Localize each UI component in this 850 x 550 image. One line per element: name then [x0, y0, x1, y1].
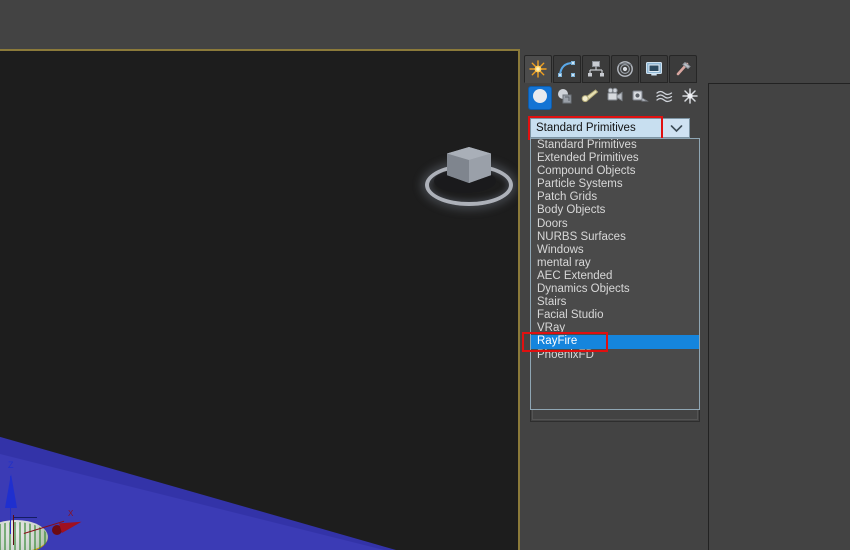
tab-modify[interactable] [553, 55, 581, 83]
tape-helper-icon [631, 87, 649, 110]
tab-utilities[interactable] [669, 55, 697, 83]
dropdown-item[interactable]: Particle Systems [531, 178, 699, 191]
dropdown-item[interactable]: Doors [531, 218, 699, 231]
object-category-combo-value: Standard Primitives [536, 122, 636, 134]
dropdown-item[interactable]: Compound Objects [531, 165, 699, 178]
dropdown-item[interactable]: Dynamics Objects [531, 283, 699, 296]
tab-motion[interactable] [611, 55, 639, 83]
category-cameras[interactable] [603, 86, 627, 110]
dropdown-item[interactable]: VRay [531, 322, 699, 335]
rollout-panel-empty [708, 83, 850, 550]
camera-icon [606, 87, 624, 110]
shapes-icon [556, 87, 574, 110]
category-shapes[interactable] [553, 86, 577, 110]
dropdown-item[interactable]: Body Objects [531, 204, 699, 217]
tab-hierarchy[interactable] [582, 55, 610, 83]
curve-arc-icon [558, 60, 576, 78]
category-space-warps[interactable] [653, 86, 677, 110]
object-category-dropdown[interactable]: Standard Primitives Extended Primitives Co… [530, 138, 700, 410]
command-panel: Standard Primitives Standard Primitives E… [520, 50, 850, 550]
dropdown-item[interactable]: RayFire [531, 335, 699, 349]
object-category-combo[interactable]: Standard Primitives [530, 118, 690, 138]
dropdown-item[interactable]: NURBS Surfaces [531, 231, 699, 244]
axis-z-gizmo[interactable]: Z [4, 460, 18, 534]
category-lights[interactable] [578, 86, 602, 110]
axis-x-gizmo[interactable]: X [23, 506, 84, 542]
dropdown-item[interactable]: PhoenixFD [531, 349, 699, 362]
tab-display[interactable] [640, 55, 668, 83]
wave-icon [656, 87, 674, 110]
viewport-canvas[interactable]: Z X [0, 51, 518, 550]
command-panel-tabs [524, 55, 699, 83]
motion-wheel-icon [616, 60, 634, 78]
dropdown-item[interactable]: Extended Primitives [531, 152, 699, 165]
display-icon [645, 60, 663, 78]
tab-create[interactable] [524, 55, 552, 83]
category-helpers[interactable] [628, 86, 652, 110]
app-root: Z X Standard Primitives Standard Primiti… [0, 0, 850, 550]
dropdown-item[interactable]: Stairs [531, 296, 699, 309]
dropdown-item[interactable]: Windows [531, 244, 699, 257]
light-icon [581, 87, 599, 110]
dropdown-item[interactable]: Standard Primitives [531, 139, 699, 152]
perspective-viewport[interactable]: Z X [0, 49, 520, 550]
cube-mesh [447, 141, 491, 185]
category-systems[interactable] [678, 86, 702, 110]
chevron-down-icon[interactable] [662, 119, 689, 137]
axis-z-label: Z [8, 460, 14, 470]
sphere-icon [531, 87, 549, 110]
dropdown-item[interactable]: AEC Extended [531, 270, 699, 283]
dropdown-item[interactable]: mental ray [531, 257, 699, 270]
axis-x-arrowhead [59, 517, 83, 533]
star-burst-icon [529, 60, 547, 78]
dropdown-item[interactable]: Patch Grids [531, 191, 699, 204]
scene-object-cube[interactable] [425, 139, 513, 206]
axis-z-arrowhead [5, 474, 17, 508]
axis-x-label: X [68, 509, 74, 518]
hierarchy-icon [587, 60, 605, 78]
hammer-icon [674, 60, 692, 78]
dropdown-item[interactable]: Facial Studio [531, 309, 699, 322]
viewport-top-strip [0, 0, 520, 49]
category-geometry[interactable] [528, 86, 552, 110]
object-category-buttons [528, 86, 700, 112]
systems-icon [681, 87, 699, 110]
